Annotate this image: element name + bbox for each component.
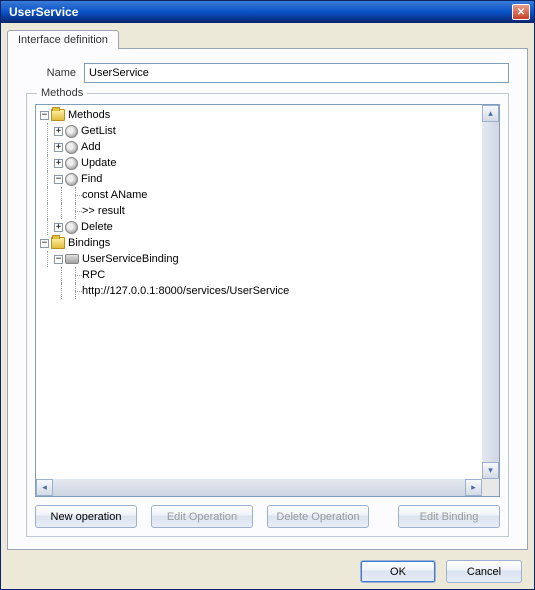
name-input[interactable] [84,63,509,83]
scroll-up-icon[interactable]: ▴ [482,105,499,122]
tree-node-userservicebinding[interactable]: − UserServiceBinding [40,251,497,267]
tree-node-getlist[interactable]: + GetList [40,123,497,139]
methods-buttons: New operation Edit Operation Delete Oper… [35,505,500,528]
collapse-icon[interactable]: − [54,255,63,264]
ok-button[interactable]: OK [360,560,436,583]
delete-operation-button: Delete Operation [267,505,369,528]
gear-icon [65,157,78,170]
scroll-left-icon[interactable]: ◂ [36,479,53,496]
name-label: Name [26,67,76,79]
edit-operation-button: Edit Operation [151,505,253,528]
collapse-icon[interactable]: − [40,111,49,120]
tree: − Methods + GetList + [36,105,499,301]
tree-node-add[interactable]: + Add [40,139,497,155]
title-bar: UserService ✕ [1,1,534,23]
expand-icon[interactable]: + [54,143,63,152]
tree-node-find-param[interactable]: const AName [40,187,497,203]
tree-node-bindings[interactable]: − Bindings [40,235,497,251]
window-title: UserService [9,5,512,19]
folder-open-icon [51,237,65,249]
tree-node-find-result[interactable]: >> result [40,203,497,219]
gear-icon [65,173,78,186]
dialog-buttons: OK Cancel [7,550,528,583]
gear-icon [65,125,78,138]
close-icon[interactable]: ✕ [512,4,530,20]
scroll-right-icon[interactable]: ▸ [465,479,482,496]
expand-icon[interactable]: + [54,127,63,136]
tab-strip: Interface definition [7,29,528,48]
scroll-corner [482,479,499,496]
tab-interface-definition[interactable]: Interface definition [7,30,119,49]
folder-open-icon [51,109,65,121]
edit-binding-button: Edit Binding [398,505,500,528]
tree-node-delete[interactable]: + Delete [40,219,497,235]
name-row: Name [26,63,509,83]
new-operation-button[interactable]: New operation [35,505,137,528]
scroll-down-icon[interactable]: ▾ [482,462,499,479]
tree-node-find[interactable]: − Find [40,171,497,187]
tree-node-binding-url[interactable]: http://127.0.0.1:8000/services/UserServi… [40,283,497,299]
expand-icon[interactable]: + [54,223,63,232]
tree-node-binding-rpc[interactable]: RPC [40,267,497,283]
tree-scroll-area[interactable]: − Methods + GetList + [35,104,500,497]
binding-icon [65,254,79,264]
gear-icon [65,141,78,154]
tree-node-methods[interactable]: − Methods [40,107,497,123]
vertical-scrollbar[interactable]: ▴ ▾ [482,105,499,479]
client-area: Interface definition Name Methods − Meth… [1,23,534,589]
cancel-button[interactable]: Cancel [446,560,522,583]
gear-icon [65,221,78,234]
methods-fieldset: Methods − Methods + GetList [26,93,509,537]
collapse-icon[interactable]: − [54,175,63,184]
tab-panel: Name Methods − Methods + [7,48,528,550]
expand-icon[interactable]: + [54,159,63,168]
methods-legend: Methods [37,87,87,99]
tree-node-update[interactable]: + Update [40,155,497,171]
horizontal-scrollbar[interactable]: ◂ ▸ [36,479,499,496]
collapse-icon[interactable]: − [40,239,49,248]
